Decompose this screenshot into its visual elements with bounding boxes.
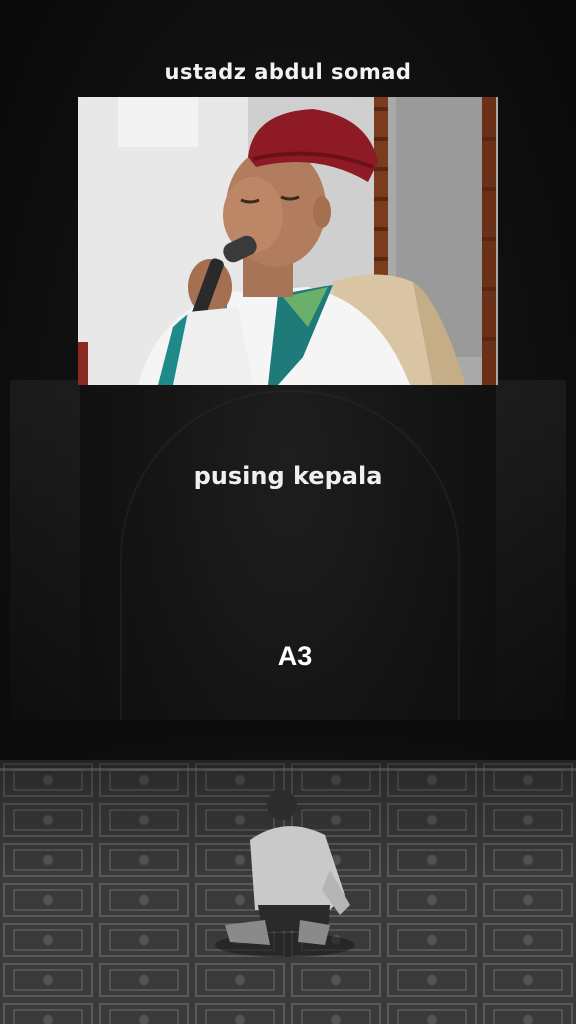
background-arch xyxy=(120,390,460,722)
overlay-label: A3 xyxy=(277,641,313,671)
preacher-video[interactable] xyxy=(78,97,498,385)
prayer-scene xyxy=(0,720,576,1024)
story-frame: ustadz abdul somad pusing kepala A3 xyxy=(0,0,576,1024)
video-title: ustadz abdul somad xyxy=(164,60,412,84)
caption-text: pusing kepala xyxy=(193,462,383,490)
man-praying-on-carpet-illustration xyxy=(0,720,576,1024)
preacher-with-microphone-illustration xyxy=(78,97,498,385)
